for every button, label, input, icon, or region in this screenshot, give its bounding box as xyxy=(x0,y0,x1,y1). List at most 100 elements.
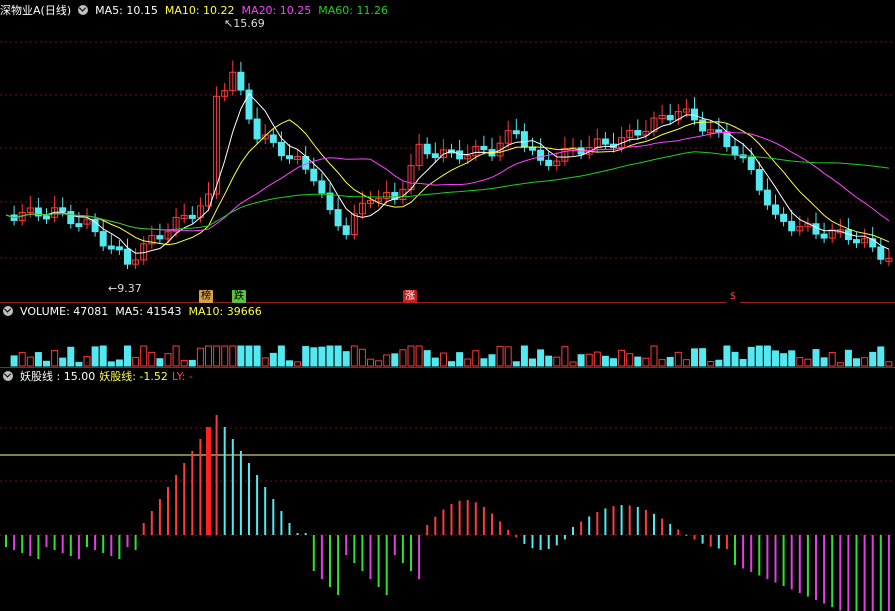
volume-bar-up xyxy=(350,345,358,367)
low-price-value: 9.37 xyxy=(117,282,142,295)
oscillator-bar xyxy=(215,415,218,535)
volume-bar-up xyxy=(561,346,569,367)
oscillator-bar xyxy=(345,535,348,555)
volume-bar-up xyxy=(148,351,156,367)
oscillator-bar xyxy=(442,509,445,535)
volume-bar-down xyxy=(488,354,496,367)
volume-bar-up xyxy=(439,352,447,367)
oscillator-bar xyxy=(612,506,615,535)
volume-bar-up xyxy=(553,356,561,367)
oscillator-bar xyxy=(118,535,121,559)
event-tag-dollar[interactable]: $ xyxy=(726,290,740,303)
volume-bar-up xyxy=(496,345,504,367)
volume-bar-down xyxy=(772,350,779,367)
oscillator-bar xyxy=(450,503,453,535)
event-tag-die[interactable]: 跌 xyxy=(232,290,246,303)
volume-bar-up xyxy=(132,357,140,367)
candle-down xyxy=(699,119,707,132)
event-tag-bang[interactable]: 榜 xyxy=(199,290,213,303)
candle-down xyxy=(456,150,464,160)
volume-bar-up xyxy=(618,349,626,367)
volume-bar-up xyxy=(221,345,229,367)
volume-bar-up xyxy=(213,345,221,367)
volume-bar-down xyxy=(691,348,698,367)
volume-bar-down xyxy=(310,347,318,367)
oscillator-bar xyxy=(685,534,688,536)
oscillator-bar xyxy=(393,535,396,555)
volume-bar-down xyxy=(107,361,115,367)
oscillator-bar xyxy=(831,535,834,607)
candle-down xyxy=(67,211,75,225)
oscillator-bar xyxy=(77,535,80,559)
oscillator-bar xyxy=(539,535,542,550)
volume-bar-down xyxy=(512,361,520,367)
volume-bar-down xyxy=(780,353,788,367)
volume-bar-down xyxy=(59,357,67,367)
candle-down xyxy=(480,145,488,151)
candle-down xyxy=(520,131,528,148)
oscillator-bar xyxy=(717,535,720,549)
volume-bar-down xyxy=(844,349,852,367)
volume-bar-down xyxy=(520,345,528,367)
volume-bar-up xyxy=(885,361,893,367)
candle-down xyxy=(691,108,698,121)
volume-bar-up xyxy=(261,357,269,367)
oscillator-bar xyxy=(102,535,105,553)
oscillator-bar xyxy=(94,535,97,550)
oscillator-bar xyxy=(320,535,323,579)
volume-bar-up xyxy=(828,352,836,367)
volume-bar-up xyxy=(674,351,682,367)
candle-down xyxy=(115,246,123,251)
oscillator-bar xyxy=(806,535,809,597)
oscillator-bar xyxy=(580,521,583,535)
volume-bar-up xyxy=(383,354,391,367)
oscillator-bar xyxy=(701,535,704,544)
volume-bar-down xyxy=(755,345,763,367)
oscillator-bar xyxy=(515,535,518,538)
volume-bar-down xyxy=(318,346,326,367)
volume-bar-down xyxy=(529,358,536,367)
kline-chart-canvas[interactable] xyxy=(0,0,895,611)
candle-down xyxy=(601,138,609,145)
oscillator-bar xyxy=(863,535,866,611)
oscillator-bar xyxy=(474,502,477,535)
volume-bar-down xyxy=(537,349,545,367)
oscillator-bar xyxy=(272,499,275,535)
volume-bar-down xyxy=(245,345,253,367)
volume-bar-up xyxy=(836,362,844,367)
candle-down xyxy=(286,155,293,160)
volume-bar-down xyxy=(853,358,860,367)
volume-bar-up xyxy=(707,360,715,367)
candle-down xyxy=(634,130,642,136)
volume-bar-up xyxy=(399,349,407,367)
volume-bar-down xyxy=(342,351,350,367)
oscillator-bar xyxy=(353,535,356,563)
volume-bar-up xyxy=(415,345,423,367)
oscillator-bar xyxy=(134,535,137,550)
oscillator-bar xyxy=(29,535,32,556)
volume-bar-down xyxy=(43,360,50,367)
oscillator-bar xyxy=(5,535,7,547)
oscillator-bar xyxy=(644,509,647,535)
volume-bar-down xyxy=(423,350,431,367)
volume-bar-down xyxy=(666,356,674,367)
volume-bar-down xyxy=(67,346,75,367)
candle-down xyxy=(310,168,318,182)
volume-bar-up xyxy=(682,359,690,367)
volume-bar-up xyxy=(626,353,634,367)
oscillator-bar xyxy=(871,535,874,611)
oscillator-bar xyxy=(466,500,469,535)
candle-down xyxy=(877,246,885,260)
volume-bar-down xyxy=(431,357,439,367)
oscillator-bar xyxy=(766,535,769,579)
oscillator-bar xyxy=(661,518,664,535)
volume-bar-down xyxy=(99,345,107,367)
volume-bar-up xyxy=(51,350,59,367)
oscillator-bar xyxy=(531,535,534,549)
oscillator-bar xyxy=(782,535,785,586)
event-tag-zhang[interactable]: 涨 xyxy=(403,290,417,303)
volume-bar-down xyxy=(91,346,99,367)
candle-down xyxy=(59,207,67,213)
oscillator-bar xyxy=(53,535,56,550)
oscillator-bar xyxy=(401,535,404,563)
